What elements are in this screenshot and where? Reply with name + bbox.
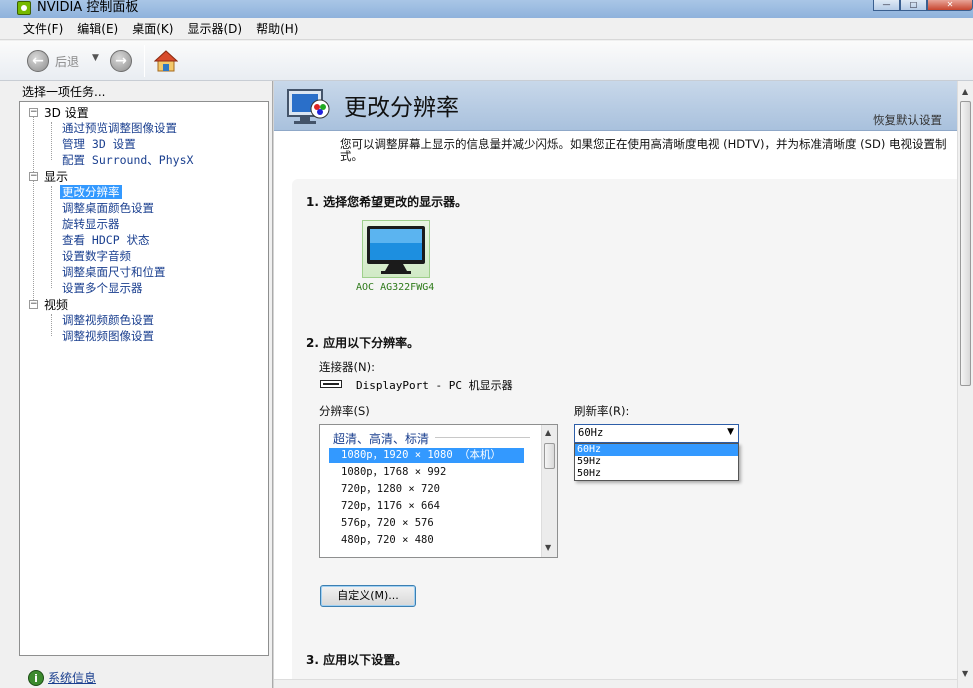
content-scrollbar[interactable]: ▲ ▼ — [957, 81, 973, 688]
close-button[interactable]: ✕ — [927, 0, 973, 11]
resolution-option[interactable]: 720p，1176 × 664 — [329, 499, 524, 514]
minimize-button[interactable]: — — [873, 0, 900, 11]
refresh-rate-label: 刷新率(R): — [574, 404, 630, 418]
menu-desktop[interactable]: 桌面(K) — [125, 19, 180, 39]
forward-arrow-icon[interactable]: → — [110, 50, 132, 72]
refresh-rate-dropdown: 60Hz 59Hz 50Hz — [574, 443, 739, 481]
maximize-button[interactable]: □ — [900, 0, 927, 11]
scroll-up-icon[interactable]: ▲ — [545, 428, 551, 437]
menu-file[interactable]: 文件(F) — [16, 19, 70, 39]
resolution-option[interactable]: 1080p，1920 × 1080 （本机） — [329, 448, 524, 463]
menu-display[interactable]: 显示器(D) — [180, 19, 249, 39]
refresh-option[interactable]: 60Hz — [575, 444, 738, 456]
tree-item-digital-audio[interactable]: 设置数字音频 — [62, 249, 131, 263]
tree-item-manage-3d[interactable]: 管理 3D 设置 — [62, 137, 136, 151]
menu-edit[interactable]: 编辑(E) — [70, 19, 125, 39]
resolution-option[interactable]: 720p，1280 × 720 — [329, 482, 524, 497]
nvidia-logo-icon — [17, 1, 31, 15]
menu-bar: 文件(F) 编辑(E) 桌面(K) 显示器(D) 帮助(H) — [0, 18, 973, 40]
tree-item-video-image[interactable]: 调整视频图像设置 — [62, 329, 154, 343]
tree-line — [51, 122, 52, 160]
tree-item-video-color[interactable]: 调整视频颜色设置 — [62, 313, 154, 327]
monitor-name: AOC AG322FWG4 — [356, 282, 435, 293]
tree-category-video[interactable]: 视频 — [44, 298, 68, 312]
toolbar: ← 后退 ▼ → — [0, 41, 973, 81]
collapse-video-icon[interactable]: − — [29, 300, 38, 309]
step-3-heading: 3. 应用以下设置。 — [306, 653, 408, 667]
scroll-thumb[interactable] — [960, 101, 971, 386]
back-label[interactable]: 后退 — [55, 53, 79, 70]
scroll-thumb[interactable] — [544, 443, 555, 469]
refresh-option[interactable]: 59Hz — [575, 456, 738, 468]
restore-defaults-link[interactable]: 恢复默认设置 — [873, 112, 942, 128]
tree-line — [51, 314, 52, 336]
resolution-group-header: 超清、高清、标清 — [333, 432, 430, 446]
title-bar: NVIDIA 控制面板 — □ ✕ — [0, 0, 973, 18]
menu-help[interactable]: 帮助(H) — [249, 19, 305, 39]
step-2-heading: 2. 应用以下分辨率。 — [306, 336, 420, 350]
monitor-tile[interactable] — [362, 220, 430, 278]
step-1-heading: 1. 选择您希望更改的显示器。 — [306, 195, 468, 209]
resolution-scrollbar[interactable]: ▲ ▼ — [541, 425, 557, 557]
page-description: 您可以调整屏幕上显示的信息量并减少闪烁。如果您正在使用高清晰度电视 (HDTV)… — [340, 137, 947, 163]
system-info-link[interactable]: 系统信息 — [48, 669, 96, 686]
page-title: 更改分辨率 — [344, 95, 459, 121]
resolution-option[interactable]: 576p，720 × 576 — [329, 516, 524, 531]
history-dropdown-icon[interactable]: ▼ — [92, 53, 99, 63]
back-arrow-icon[interactable]: ← — [27, 50, 49, 72]
tree-line — [33, 116, 34, 308]
task-pane-title: 选择一项任务... — [22, 85, 106, 99]
info-icon: i — [28, 669, 44, 686]
tree-category-display[interactable]: 显示 — [44, 170, 68, 184]
window-controls: — □ ✕ — [873, 0, 973, 12]
resolution-option[interactable]: 480p，720 × 480 — [329, 533, 524, 548]
group-divider — [435, 437, 530, 438]
chevron-down-icon: ▼ — [727, 427, 734, 437]
scroll-up-icon[interactable]: ▲ — [962, 87, 968, 96]
collapse-display-icon[interactable]: − — [29, 172, 38, 181]
tree-item-label: 更改分辨率 — [60, 185, 122, 199]
tree-line — [51, 186, 52, 288]
monitor-icon — [367, 226, 425, 274]
scroll-down-icon[interactable]: ▼ — [545, 543, 551, 552]
system-info[interactable]: i 系统信息 — [28, 669, 96, 686]
tree-item-preview-image[interactable]: 通过预览调整图像设置 — [62, 121, 177, 135]
collapse-3d-icon[interactable]: − — [29, 108, 38, 117]
connector-value: DisplayPort - PC 机显示器 — [356, 379, 513, 392]
refresh-option[interactable]: 50Hz — [575, 468, 738, 480]
resolution-option[interactable]: 1080p，1768 × 992 — [329, 465, 524, 480]
refresh-rate-value: 60Hz — [578, 427, 604, 439]
tree-item-multiple-displays[interactable]: 设置多个显示器 — [62, 281, 143, 295]
content-pane: 更改分辨率 恢复默认设置 您可以调整屏幕上显示的信息量并减少闪烁。如果您正在使用… — [274, 81, 973, 688]
tree-item-rotate-display[interactable]: 旋转显示器 — [62, 217, 120, 231]
display-settings-icon — [287, 89, 330, 124]
window-title: NVIDIA 控制面板 — [37, 0, 139, 15]
displayport-icon — [320, 380, 342, 388]
content-hscrollbar[interactable] — [274, 679, 957, 688]
toolbar-separator — [144, 45, 145, 77]
home-icon[interactable] — [154, 50, 178, 72]
tree-item-change-resolution[interactable]: 更改分辨率 — [60, 185, 122, 199]
tree-item-desktop-size[interactable]: 调整桌面尺寸和位置 — [62, 265, 166, 279]
page-banner: 更改分辨率 恢复默认设置 — [274, 81, 957, 131]
resolution-list[interactable]: 超清、高清、标清 1080p，1920 × 1080 （本机） 1080p，17… — [319, 424, 558, 558]
resolution-label: 分辨率(S) — [319, 404, 370, 418]
settings-section: 1. 选择您希望更改的显示器。 AOC AG322FWG4 2. 应用以下分辨率… — [292, 179, 957, 688]
connector-label: 连接器(N): — [319, 360, 375, 374]
tree-item-desktop-color[interactable]: 调整桌面颜色设置 — [62, 201, 154, 215]
tree-item-hdcp-status[interactable]: 查看 HDCP 状态 — [62, 233, 150, 247]
custom-button[interactable]: 自定义(M)... — [320, 585, 416, 607]
tree-item-surround-physx[interactable]: 配置 Surround、PhysX — [62, 153, 193, 167]
refresh-rate-select[interactable]: 60Hz ▼ — [574, 424, 739, 443]
task-tree: − 3D 设置 通过预览调整图像设置 管理 3D 设置 配置 Surround、… — [19, 101, 269, 656]
scroll-down-icon[interactable]: ▼ — [962, 669, 968, 678]
tree-category-3d[interactable]: 3D 设置 — [44, 106, 89, 120]
